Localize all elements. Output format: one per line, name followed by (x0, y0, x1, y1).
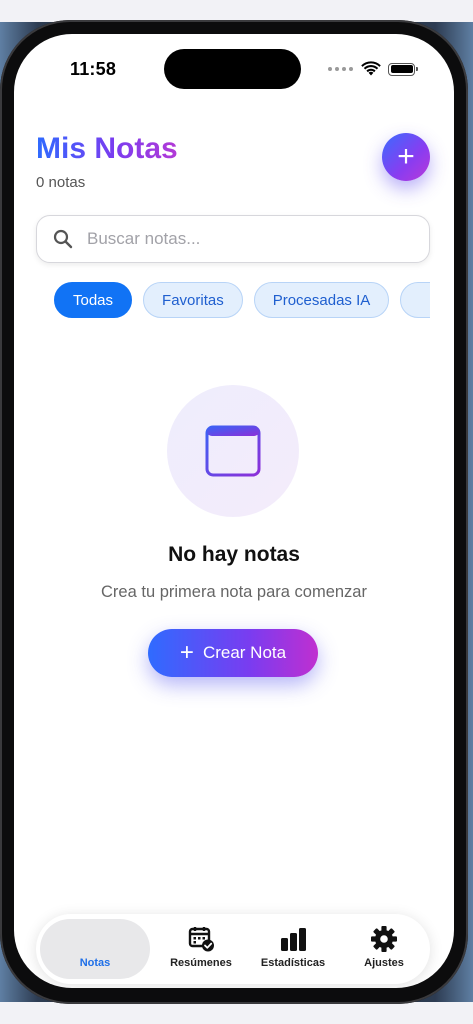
filter-favorites[interactable]: Favoritas (143, 282, 243, 318)
search-input[interactable] (87, 229, 367, 249)
notes-count: 0 notas (36, 174, 86, 191)
filter-ai-processed[interactable]: Procesadas IA (253, 282, 390, 318)
search-bar[interactable] (36, 215, 430, 263)
calendar-check-icon (188, 927, 214, 952)
tab-label: Ajustes (364, 957, 404, 969)
search-icon (53, 229, 73, 249)
plus-icon: + (179, 639, 194, 666)
tab-notes[interactable]: Notas (40, 919, 150, 979)
battery-icon (388, 62, 418, 76)
bar-chart-icon (281, 928, 306, 951)
signal-dots-icon (328, 67, 353, 71)
add-note-button[interactable]: + (382, 133, 430, 181)
note-icon (205, 425, 261, 477)
create-note-label: Crear Nota (202, 643, 287, 662)
tab-statistics[interactable]: Estadísticas (246, 919, 340, 979)
filter-all[interactable]: Todas (54, 282, 133, 318)
create-note-button[interactable]: + Crear Nota (148, 629, 318, 677)
page-title: Mis Notas (36, 132, 178, 165)
tab-label: Resúmenes (170, 957, 232, 969)
tab-label: Notas (79, 957, 111, 969)
app-screen: 11:58 Mis Notas 0 notas + Toda (14, 34, 454, 988)
dynamic-island (164, 49, 301, 89)
empty-state-title: No hay notas (168, 543, 300, 566)
plus-icon: + (397, 140, 415, 173)
status-icons (328, 60, 418, 78)
tab-bar: Notas Resúmenes Estadísticas Ajustes (36, 914, 430, 984)
gear-icon (371, 926, 397, 952)
empty-state-subtitle: Crea tu primera nota para comenzar (101, 583, 367, 601)
empty-state-illustration (167, 385, 299, 517)
tab-label: Estadísticas (260, 957, 326, 969)
filter-chips: Todas Favoritas Procesadas IA (54, 282, 430, 318)
phone-frame: 11:58 Mis Notas 0 notas + Toda (0, 20, 468, 1004)
wifi-icon (361, 61, 381, 76)
status-time: 11:58 (70, 59, 117, 79)
tab-summaries[interactable]: Resúmenes (154, 919, 248, 979)
tab-settings[interactable]: Ajustes (337, 919, 431, 979)
filter-more[interactable] (400, 282, 430, 318)
